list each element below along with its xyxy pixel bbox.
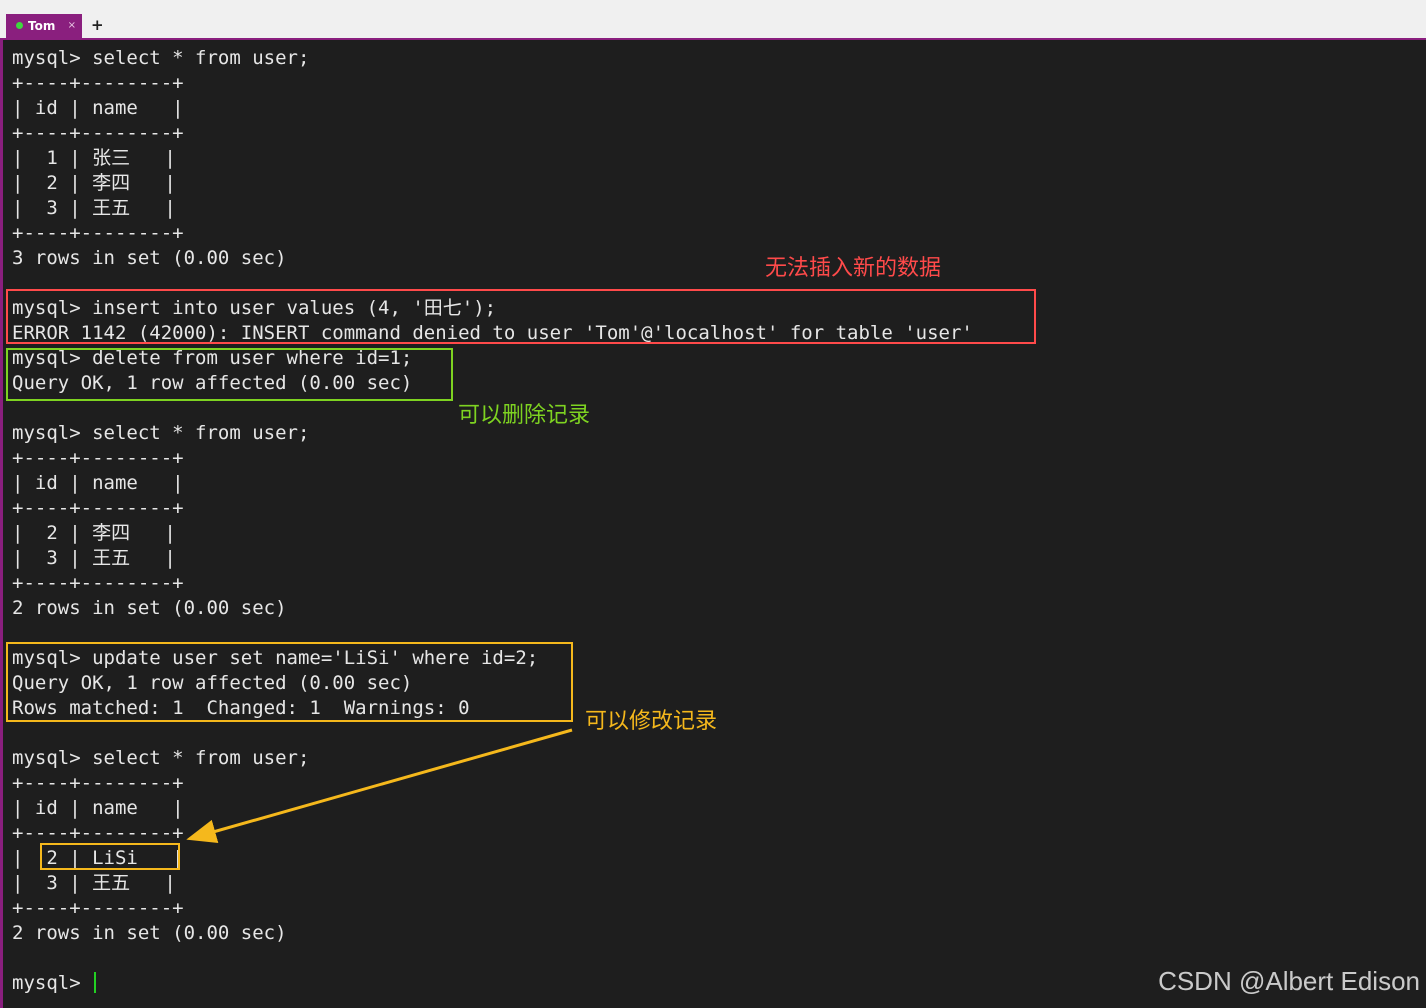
terminal-line: | id | name |: [12, 472, 184, 494]
terminal-line: +----+--------+: [12, 897, 184, 919]
add-tab-button[interactable]: +: [91, 13, 104, 37]
terminal-line: +----+--------+: [12, 572, 184, 594]
terminal-output[interactable]: [0, 40, 1426, 1008]
terminal-line: | id | name |: [12, 97, 184, 119]
terminal-line: +----+--------+: [12, 497, 184, 519]
terminal-line: mysql> select * from user;: [12, 747, 310, 769]
delete-allowed-highlight: [6, 348, 453, 401]
terminal-line: +----+--------+: [12, 122, 184, 144]
terminal-line: | 1 | 张三 |: [12, 147, 176, 169]
terminal-line: | id | name |: [12, 797, 184, 819]
terminal-line: | 3 | 王五 |: [12, 547, 176, 569]
update-allowed-note: 可以修改记录: [585, 709, 718, 734]
terminal-line: 3 rows in set (0.00 sec): [12, 247, 287, 269]
terminal-line: +----+--------+: [12, 772, 184, 794]
terminal-line: | 2 | 李四 |: [12, 522, 176, 544]
terminal-line: +----+--------+: [12, 222, 184, 244]
terminal-line: 2 rows in set (0.00 sec): [12, 922, 287, 944]
terminal-line: | 2 | 李四 |: [12, 172, 176, 194]
insert-denied-highlight: [6, 289, 1036, 344]
insert-denied-note: 无法插入新的数据: [765, 256, 942, 281]
terminal-line: mysql>: [12, 971, 97, 996]
updated-row-highlight: [40, 843, 180, 870]
tab-title: Tom: [28, 19, 56, 33]
terminal-line: mysql> select * from user;: [12, 422, 310, 444]
delete-allowed-note: 可以删除记录: [458, 403, 591, 428]
status-dot-icon: [16, 22, 23, 29]
terminal-line: +----+--------+: [12, 72, 184, 94]
cursor-icon: [94, 972, 97, 993]
close-icon[interactable]: ×: [68, 14, 76, 38]
terminal-line: 2 rows in set (0.00 sec): [12, 597, 287, 619]
terminal-line: +----+--------+: [12, 447, 184, 469]
update-allowed-highlight: [6, 642, 573, 722]
terminal-line: | 3 | 王五 |: [12, 197, 176, 219]
terminal-line: mysql> select * from user;: [12, 47, 310, 69]
watermark: CSDN @Albert Edison: [1158, 966, 1420, 996]
tab-tom[interactable]: Tom ×: [6, 14, 82, 38]
terminal-line: | 3 | 王五 |: [12, 872, 176, 894]
tab-bar: Tom × +: [0, 0, 1426, 40]
